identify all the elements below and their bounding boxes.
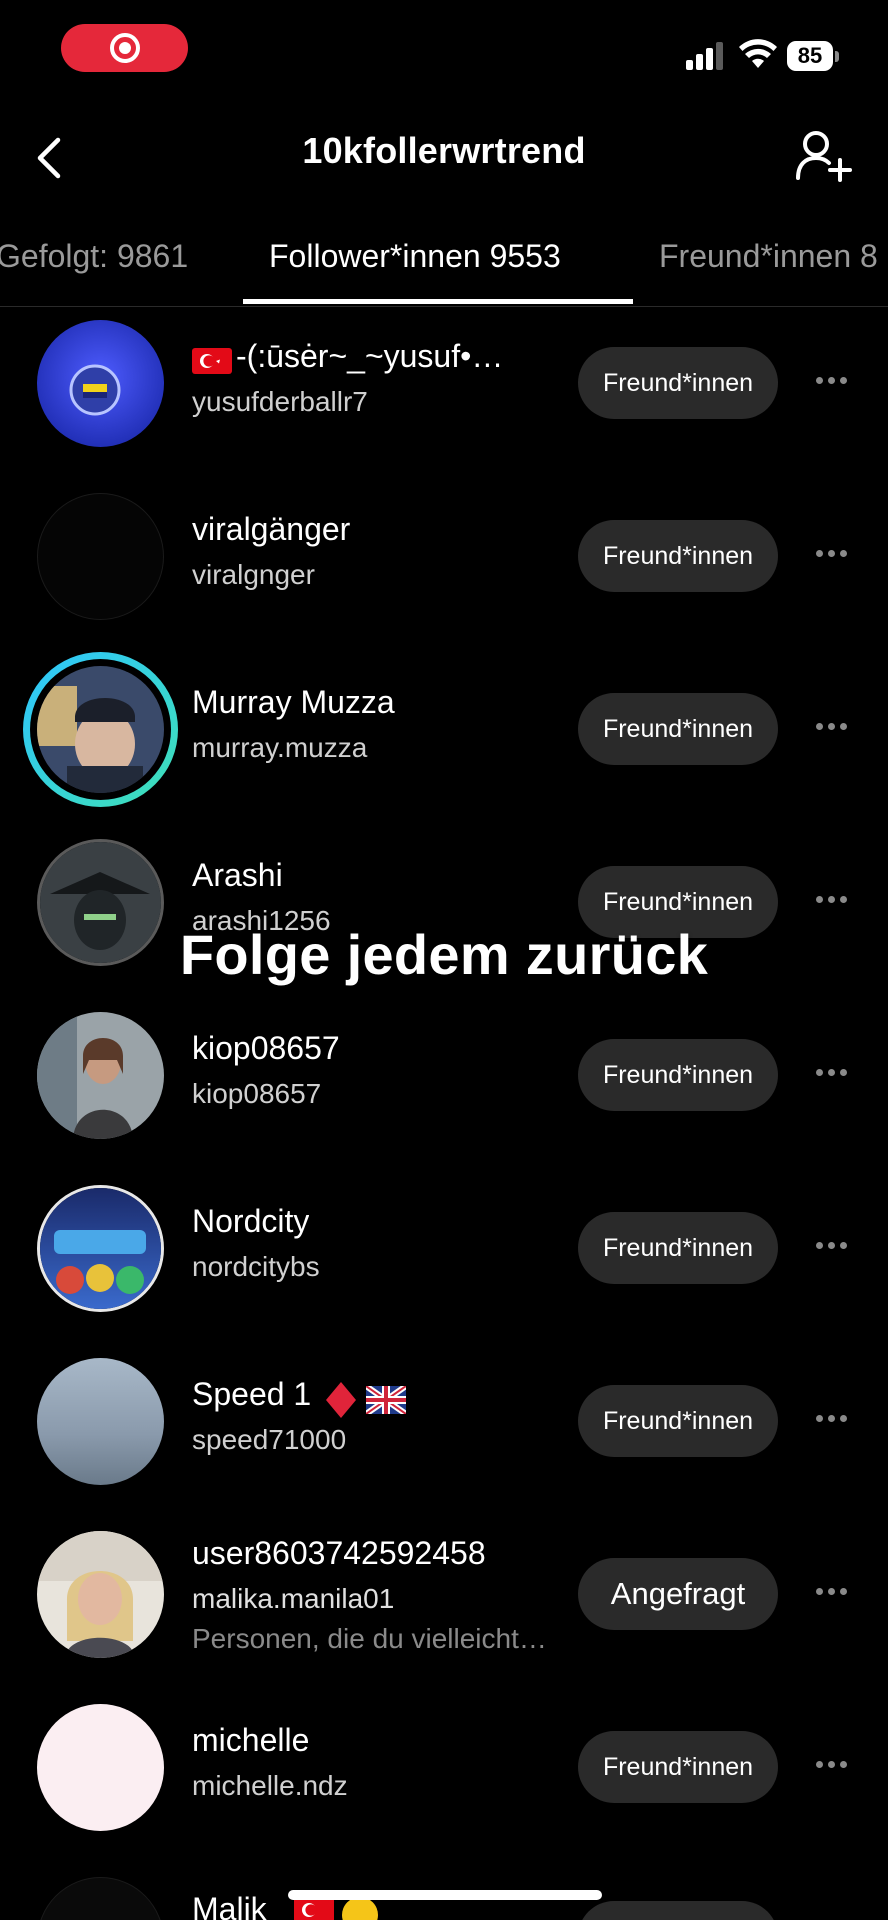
friends-button[interactable]: Freund*innen [578, 520, 778, 592]
overlay-caption: Folge jedem zurück [179, 923, 709, 986]
avatar[interactable] [37, 493, 164, 620]
wifi-icon [739, 39, 777, 68]
avatar[interactable] [37, 1012, 164, 1139]
friends-button[interactable]: Freund*innen [578, 693, 778, 765]
avatar[interactable] [37, 1531, 164, 1658]
turkey-flag-icon [192, 348, 232, 374]
friends-button[interactable]: Freund*innen [578, 1731, 778, 1803]
friends-button[interactable] [578, 1901, 778, 1920]
user-display-name: Speed 1 [192, 1376, 312, 1412]
uk-flag-icon [366, 1386, 406, 1414]
more-options-icon[interactable] [816, 723, 847, 730]
avatar[interactable] [37, 320, 164, 447]
more-options-icon[interactable] [816, 1415, 847, 1422]
list-item[interactable]: michelle michelle.ndz Freund*innen [0, 1704, 888, 1877]
list-item[interactable]: kiop08657 kiop08657 Freund*innen [0, 1012, 888, 1185]
user-display-name: Murray Muzza [192, 684, 395, 720]
list-item[interactable]: user8603742592458 malika.manila01 Person… [0, 1531, 888, 1704]
list-item[interactable]: -(:ūsėr~_~yusuf•… yusufderballr7 Freund*… [0, 320, 888, 493]
user-handle: kiop08657 [192, 1078, 322, 1109]
list-item[interactable]: Nordcity nordcitybs Freund*innen [0, 1185, 888, 1358]
avatar[interactable] [37, 1358, 164, 1485]
screen-recording-indicator[interactable] [61, 24, 188, 72]
tab-following[interactable]: Gefolgt: 9861 [0, 238, 188, 275]
friends-button[interactable]: Freund*innen [578, 1039, 778, 1111]
tab-followers[interactable]: Follower*innen 9553 [269, 238, 561, 275]
more-options-icon[interactable] [816, 550, 847, 557]
battery-indicator: 85 [787, 40, 839, 72]
user-display-name: viralgänger [192, 511, 351, 547]
user-display-name: Nordcity [192, 1203, 310, 1239]
tab-friends[interactable]: Freund*innen 8 [659, 238, 878, 275]
signal-icon [686, 42, 723, 70]
user-handle: speed71000 [192, 1424, 347, 1455]
user-display-name: michelle [192, 1722, 310, 1758]
home-indicator[interactable] [288, 1890, 602, 1900]
friends-button[interactable]: Freund*innen [578, 1385, 778, 1457]
more-options-icon[interactable] [816, 896, 847, 903]
avatar[interactable] [37, 1704, 164, 1831]
turkey-flag-icon [294, 1897, 334, 1920]
page-title: 10kfollerwrtrend [302, 130, 586, 171]
more-options-icon[interactable] [816, 1242, 847, 1249]
red-diamond-icon [326, 1382, 356, 1418]
record-icon [109, 33, 140, 63]
avatar[interactable] [37, 1877, 164, 1920]
user-handle: murray.muzza [192, 732, 368, 763]
active-tab-indicator [243, 299, 633, 304]
friends-button[interactable]: Freund*innen [578, 1212, 778, 1284]
user-handle: viralgnger [192, 559, 315, 590]
avatar[interactable] [37, 1185, 164, 1312]
user-display-name: kiop08657 [192, 1030, 340, 1066]
more-options-icon[interactable] [816, 1588, 847, 1595]
friends-button[interactable]: Freund*innen [578, 347, 778, 419]
user-display-name: -(:ūsėr~_~yusuf•… [236, 338, 504, 374]
user-display-name: user8603742592458 [192, 1535, 486, 1571]
avatar[interactable] [37, 666, 164, 793]
user-handle: yusufderballr7 [192, 386, 368, 417]
user-display-name: Arashi [192, 857, 283, 893]
battery-level: 85 [787, 41, 833, 71]
suggestion-reason: Personen, die du vielleicht… [192, 1623, 547, 1654]
list-item[interactable]: Speed 1 speed71000 Freund*innen [0, 1358, 888, 1531]
user-handle: nordcitybs [192, 1251, 320, 1282]
add-user-icon[interactable] [796, 130, 852, 182]
list-item[interactable]: viralgänger viralgnger Freund*innen [0, 493, 888, 666]
follow-tabs: Gefolgt: 9861 Follower*innen 9553 Freund… [0, 226, 888, 307]
list-item[interactable]: Murray Muzza murray.muzza Freund*innen [0, 652, 888, 839]
requested-button[interactable]: Angefragt [578, 1558, 778, 1630]
status-bar: 85 [0, 0, 888, 100]
more-options-icon[interactable] [816, 377, 847, 384]
user-display-name: Malik [192, 1891, 267, 1920]
user-handle: michelle.ndz [192, 1770, 348, 1801]
more-options-icon[interactable] [816, 1761, 847, 1768]
user-handle: malika.manila01 [192, 1583, 395, 1614]
more-options-icon[interactable] [816, 1069, 847, 1076]
